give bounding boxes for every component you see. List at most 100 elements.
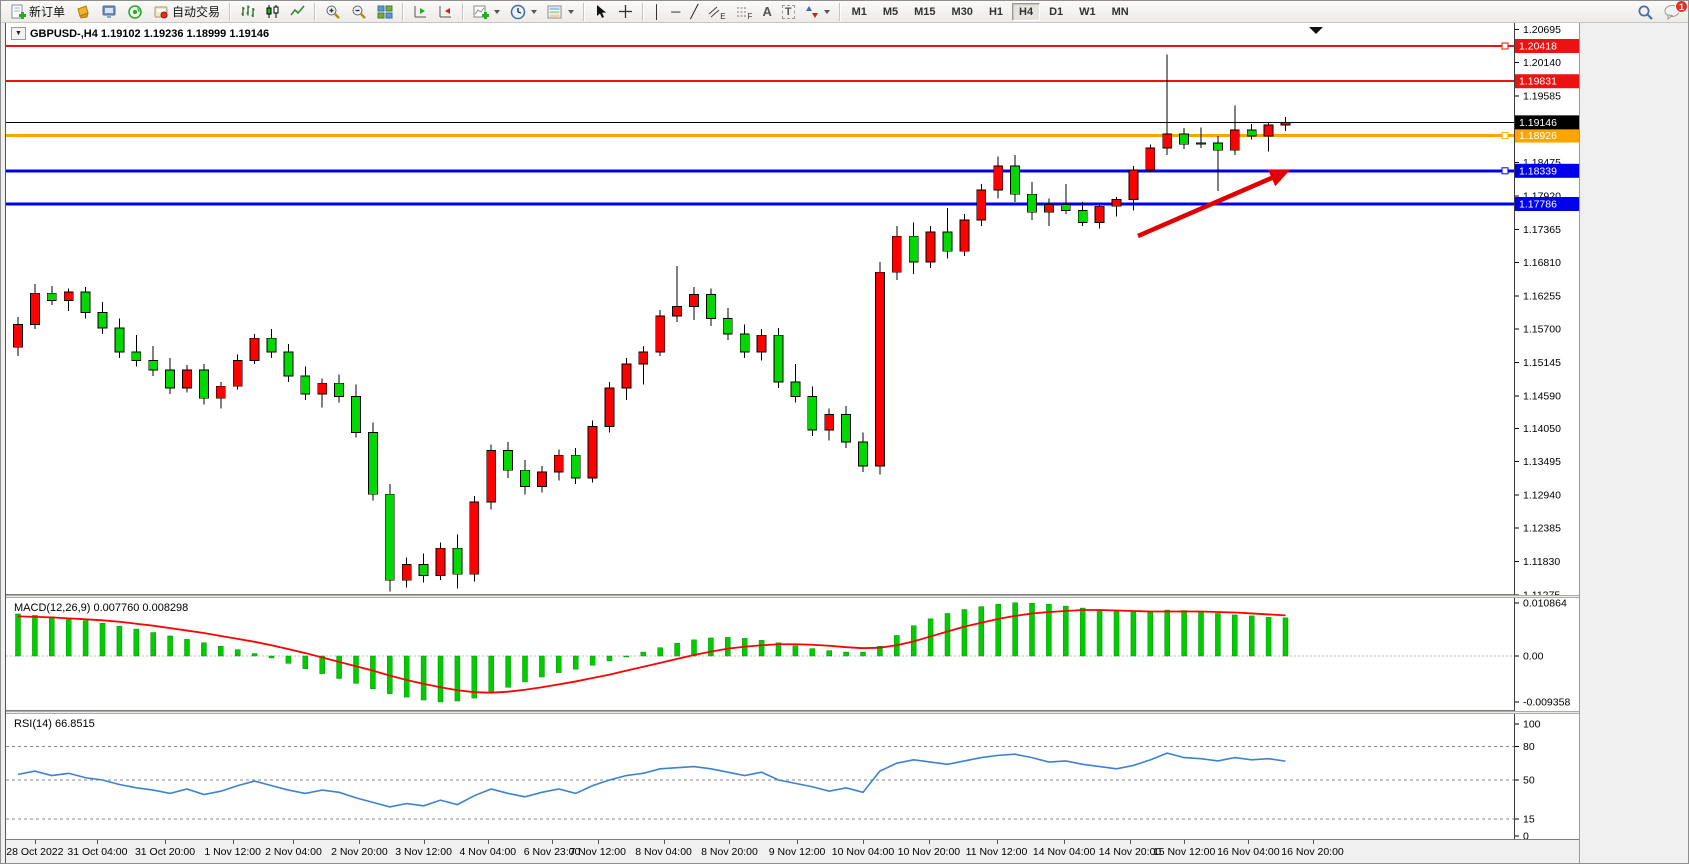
- candle-body: [1247, 130, 1256, 136]
- cursor-tool-button[interactable]: [589, 2, 613, 22]
- timeframe-button-W1[interactable]: W1: [1072, 3, 1103, 21]
- arrows-tool-button[interactable]: [800, 2, 835, 22]
- macd-hist-bar: [1148, 612, 1153, 656]
- auto-trading-icon: [153, 4, 169, 20]
- main-chart-pane[interactable]: 1.206951.201401.195851.184751.179201.173…: [6, 23, 1579, 595]
- macd-hist-bar: [1232, 615, 1237, 656]
- indicators-button[interactable]: [468, 2, 505, 22]
- price-chip: 1.17786: [1515, 197, 1579, 211]
- chart-symbol-title: GBPUSD-,H4 1.19102 1.19236 1.18999 1.191…: [30, 28, 269, 40]
- trendline-tool-button[interactable]: ╱: [685, 2, 703, 22]
- svg-text:1.19146: 1.19146: [1519, 117, 1557, 129]
- one-click-collapse-button[interactable]: ▼: [11, 27, 26, 40]
- candle-body: [335, 383, 344, 396]
- separator: [402, 3, 404, 21]
- trendline-icon: ╱: [690, 5, 698, 18]
- text-tool-button[interactable]: A: [757, 2, 776, 22]
- candle-body: [30, 293, 39, 324]
- timeframe-button-M5[interactable]: M5: [876, 3, 905, 21]
- signals-button[interactable]: [122, 2, 148, 22]
- timeframe-button-H4[interactable]: H4: [1012, 3, 1040, 21]
- market-watch-button[interactable]: [96, 2, 122, 22]
- macd-pane[interactable]: 0.0108640.00-0.009358: [6, 598, 1579, 711]
- candle-body: [1095, 206, 1104, 222]
- candle-body: [960, 220, 969, 251]
- candle-body: [402, 565, 411, 581]
- candle-body: [284, 352, 293, 376]
- macd-hist-bar: [725, 637, 730, 656]
- arrows-caret: [824, 10, 830, 14]
- auto-trading-button[interactable]: 自动交易: [148, 2, 225, 22]
- time-label: 15 Nov 12:00: [1153, 846, 1215, 858]
- svg-text:80: 80: [1523, 741, 1535, 753]
- chart-shift-button[interactable]: [408, 2, 433, 22]
- candle-body: [706, 294, 715, 318]
- notifications-button[interactable]: 1: [1664, 4, 1682, 20]
- crosshair-tool-button[interactable]: [613, 2, 638, 22]
- hline-tool-button[interactable]: ─: [666, 2, 685, 22]
- candle-body: [368, 432, 377, 494]
- timeframe-button-M1[interactable]: M1: [845, 3, 874, 21]
- candle-body: [1213, 143, 1222, 150]
- time-label: 7 Nov 12:00: [569, 846, 626, 858]
- vline-tool-button[interactable]: │: [648, 2, 666, 22]
- macd-hist-bar: [235, 650, 240, 656]
- tile-windows-button[interactable]: [372, 2, 398, 22]
- svg-text:1.16810: 1.16810: [1523, 257, 1561, 269]
- macd-hist-bar: [49, 617, 54, 656]
- candle-body: [1011, 166, 1020, 194]
- time-tick: [165, 840, 166, 844]
- periods-button[interactable]: [505, 2, 542, 22]
- fibonacci-tool-button[interactable]: F: [731, 2, 758, 22]
- separator: [839, 3, 841, 21]
- macd-indicator-label: MACD(12,26,9) 0.007760 0.008298: [14, 602, 188, 614]
- svg-text:1.18339: 1.18339: [1519, 165, 1557, 177]
- quotes-button[interactable]: [70, 2, 96, 22]
- bar-chart-mode-button[interactable]: [235, 2, 260, 22]
- time-label: 28 Oct 2022: [6, 846, 63, 858]
- time-tick: [233, 840, 234, 844]
- macd-hist-bar: [337, 656, 342, 678]
- zoom-out-icon: [351, 4, 367, 20]
- time-label: 2 Nov 04:00: [265, 846, 322, 858]
- fibonacci-letter: F: [748, 12, 753, 21]
- candle-body: [470, 502, 479, 574]
- label-tool-button[interactable]: T: [777, 2, 800, 22]
- time-tick: [1130, 840, 1131, 844]
- templates-button[interactable]: [542, 2, 579, 22]
- zoom-in-button[interactable]: [320, 2, 346, 22]
- candle-body: [267, 338, 276, 352]
- macd-hist-bar: [1182, 611, 1187, 656]
- timeframe-button-H1[interactable]: H1: [982, 3, 1010, 21]
- new-order-button[interactable]: 新订单: [5, 2, 70, 22]
- candle-body: [64, 292, 73, 300]
- timeframe-button-MN[interactable]: MN: [1105, 3, 1136, 21]
- macd-hist-bar: [962, 610, 967, 656]
- notification-count: 1: [1679, 2, 1684, 12]
- candle-body: [1146, 148, 1155, 170]
- candle-body: [166, 370, 175, 388]
- time-label: 8 Nov 04:00: [635, 846, 692, 858]
- time-tick: [1064, 840, 1065, 844]
- line-chart-mode-button[interactable]: [285, 2, 310, 22]
- rsi-pane[interactable]: 1008050150: [6, 714, 1579, 839]
- timeframe-button-D1[interactable]: D1: [1042, 3, 1070, 21]
- zoom-out-button[interactable]: [346, 2, 372, 22]
- timeframe-button-M30[interactable]: M30: [945, 3, 980, 21]
- timeframe-button-M15[interactable]: M15: [907, 3, 942, 21]
- macd-hist-bar: [269, 656, 274, 658]
- search-icon[interactable]: [1637, 4, 1654, 21]
- candle-chart-mode-button[interactable]: [260, 2, 285, 22]
- toolbar-right: 1: [1637, 1, 1682, 23]
- macd-signal-line: [18, 610, 1286, 693]
- channel-tool-button[interactable]: E: [703, 2, 730, 22]
- macd-hist-bar: [1097, 610, 1102, 656]
- time-axis[interactable]: 28 Oct 202231 Oct 04:0031 Oct 20:001 Nov…: [6, 839, 1579, 863]
- zoom-in-icon: [325, 4, 341, 20]
- hline-handle: [1502, 43, 1508, 49]
- auto-scroll-button[interactable]: [433, 2, 458, 22]
- candle-body: [1061, 204, 1070, 210]
- candle-body: [1230, 130, 1239, 150]
- chevron-down-icon: ▼: [15, 30, 22, 37]
- separator: [583, 3, 585, 21]
